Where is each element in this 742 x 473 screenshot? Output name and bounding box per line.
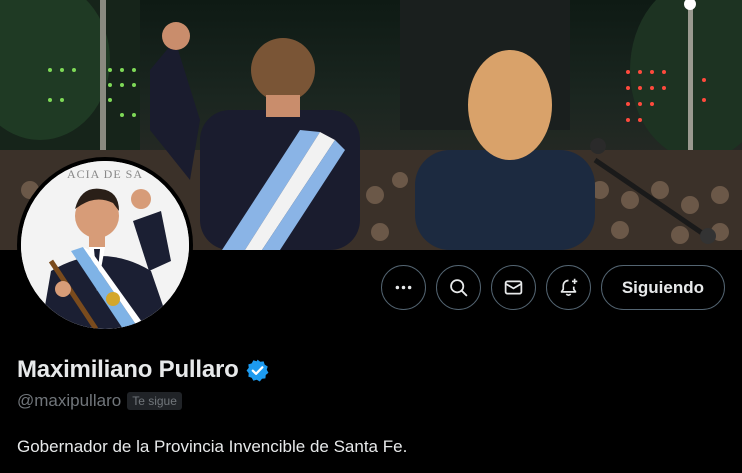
profile-actions: Siguiendo — [380, 265, 725, 310]
search-icon — [450, 279, 468, 297]
bio: Gobernador de la Provincia Invencible de… — [17, 437, 408, 456]
more-button[interactable] — [380, 265, 426, 310]
avatar-illustration — [21, 161, 189, 329]
message-button[interactable] — [490, 265, 536, 310]
envelope-icon — [504, 280, 523, 295]
avatar-sign-text: ACIA DE SA — [66, 167, 143, 181]
more-icon — [395, 285, 412, 290]
following-button[interactable]: Siguiendo — [600, 265, 725, 310]
avatar[interactable]: ACIA DE SA — [17, 157, 193, 333]
notifications-button[interactable] — [545, 265, 591, 310]
handle: @maxipullaro — [17, 391, 122, 410]
verified-badge-icon[interactable] — [245, 358, 270, 383]
bell-plus-icon — [560, 278, 578, 296]
follows-you-badge: Te sigue — [127, 392, 182, 410]
search-button[interactable] — [435, 265, 481, 310]
display-name: Maximiliano Pullaro — [17, 356, 239, 383]
profile-header: ACIA DE SA Siguiendo Maximiliano Pullaro… — [0, 0, 742, 473]
avatar-photo: ACIA DE SA — [21, 161, 189, 329]
name-row: Maximiliano Pullaro — [17, 356, 270, 384]
handle-row: @maxipullaro Te sigue — [17, 391, 182, 411]
